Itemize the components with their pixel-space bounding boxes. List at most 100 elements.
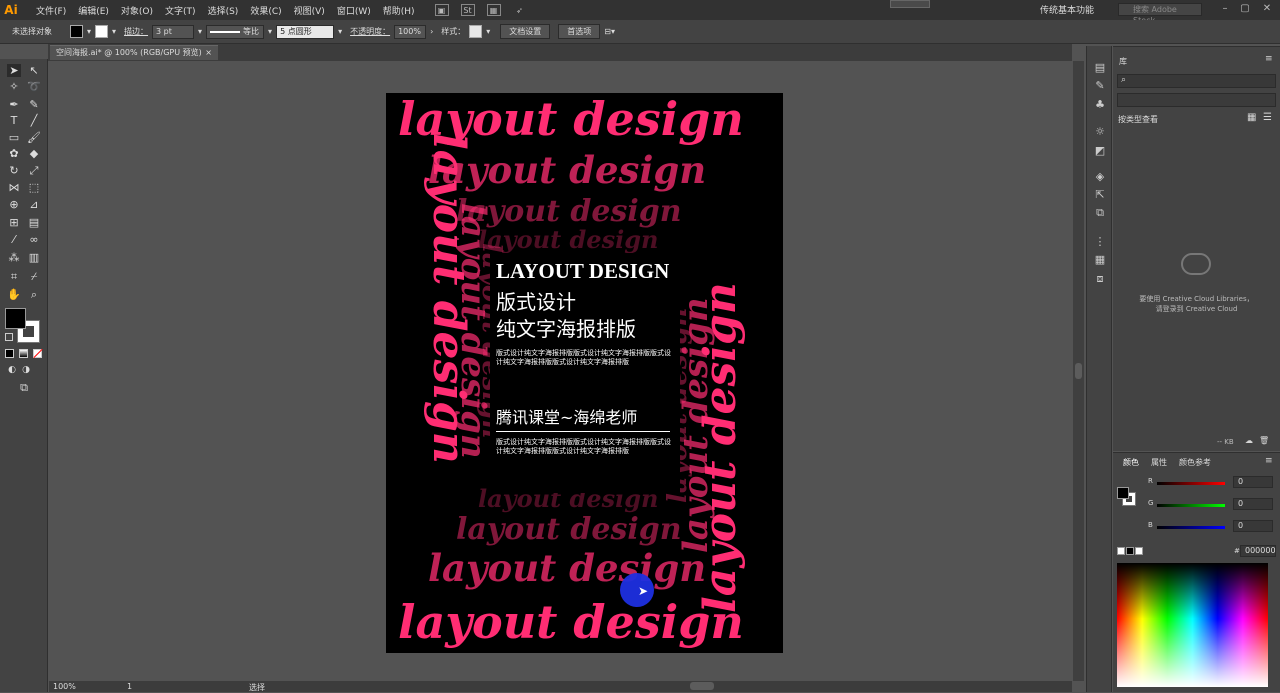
menu-select[interactable]: 选择(S)	[202, 4, 245, 17]
stroke-label[interactable]: 描边：	[120, 26, 152, 37]
free-transform-tool-icon[interactable]: ⬚	[27, 181, 41, 194]
align-icon[interactable]: ⋮	[1093, 235, 1107, 248]
selection-tool-icon[interactable]: ➤	[7, 64, 21, 77]
chevron-down-icon[interactable]: ▾	[108, 27, 120, 36]
none-mode-icon[interactable]	[33, 348, 43, 359]
opacity-label[interactable]: 不透明度：	[346, 26, 394, 37]
draw-inside-icon[interactable]: ◑	[19, 364, 33, 377]
chevron-down-icon[interactable]: ▾	[194, 27, 206, 36]
minimize-icon[interactable]: –	[1220, 4, 1230, 14]
shaper-tool-icon[interactable]: ✿	[7, 147, 21, 160]
perspective-grid-tool-icon[interactable]: ⊿	[27, 198, 41, 211]
r-slider[interactable]	[1157, 482, 1225, 485]
rectangle-tool-icon[interactable]: ▭	[7, 131, 21, 144]
panel-menu-icon[interactable]: ≡	[1265, 54, 1273, 64]
r-value-input[interactable]: 0	[1233, 476, 1273, 488]
artboard-number[interactable]: 1	[127, 682, 132, 691]
white-swatch[interactable]	[1135, 547, 1143, 555]
shape-builder-tool-icon[interactable]: ⊕	[7, 198, 21, 211]
menu-object[interactable]: 对象(O)	[115, 4, 159, 17]
delete-icon[interactable]: 🗑	[1259, 436, 1269, 445]
library-search-input[interactable]	[1117, 93, 1276, 107]
stroke-weight-input[interactable]: 3 pt	[152, 24, 195, 39]
color-mode-icon[interactable]	[5, 349, 14, 358]
menu-edit[interactable]: 编辑(E)	[72, 4, 115, 17]
stock-icon[interactable]: St	[460, 4, 475, 16]
panel-menu-icon[interactable]: ≡	[1265, 456, 1273, 466]
gradient-mode-icon[interactable]	[19, 349, 28, 358]
screen-mode-icon[interactable]: ⧉	[17, 381, 31, 394]
mesh-tool-icon[interactable]: ⊞	[7, 216, 21, 229]
menu-file[interactable]: 文件(F)	[30, 4, 72, 17]
g-value-input[interactable]: 0	[1233, 498, 1273, 510]
tab-color-guide[interactable]: 颜色参考	[1179, 457, 1211, 468]
chevron-right-icon[interactable]: ›	[426, 27, 437, 36]
view-by-type-label[interactable]: 按类型查看	[1118, 114, 1158, 125]
chevron-down-icon[interactable]: ▾	[334, 27, 346, 36]
blend-tool-icon[interactable]: ∞	[27, 233, 41, 246]
graphic-styles-icon[interactable]: ◩	[1093, 144, 1107, 157]
chevron-down-icon[interactable]: ▾	[482, 27, 494, 36]
maximize-icon[interactable]: ▢	[1240, 4, 1250, 14]
default-colors-icon[interactable]	[5, 333, 13, 341]
horizontal-scroll-thumb[interactable]	[690, 682, 714, 690]
b-slider[interactable]	[1157, 526, 1225, 529]
draw-mode-icon[interactable]: ◐	[5, 364, 19, 377]
document-setup-button[interactable]: 文档设置	[500, 24, 551, 39]
list-view-icon[interactable]: ☰	[1263, 112, 1272, 123]
gradient-tool-icon[interactable]: ▤	[27, 216, 41, 229]
scale-tool-icon[interactable]: ⤢	[27, 164, 41, 177]
lasso-tool-icon[interactable]: ➰	[27, 80, 41, 93]
menu-view[interactable]: 视图(V)	[288, 4, 331, 17]
hand-tool-icon[interactable]: ✋	[7, 288, 21, 301]
libraries-tab[interactable]: 库	[1119, 56, 1127, 67]
symbols-icon[interactable]: ♣	[1093, 98, 1107, 111]
eraser-tool-icon[interactable]: ◆	[27, 147, 41, 160]
minimize-window-shortcut[interactable]	[890, 0, 930, 8]
arrange-documents-icon[interactable]: ⊟▾	[600, 27, 619, 36]
type-tool-icon[interactable]: T	[7, 114, 21, 127]
menu-effect[interactable]: 效果(C)	[244, 4, 287, 17]
direct-selection-tool-icon[interactable]: ↖	[27, 64, 41, 77]
hex-input[interactable]: 000000	[1240, 545, 1276, 557]
tab-color[interactable]: 颜色	[1123, 457, 1139, 468]
vertical-scrollbar[interactable]	[1073, 61, 1084, 681]
close-tab-icon[interactable]: ×	[205, 46, 212, 60]
zoom-tool-icon[interactable]: ⌕	[27, 288, 41, 301]
bridge-icon[interactable]: ▣	[434, 4, 449, 16]
close-window-icon[interactable]: ✕	[1262, 4, 1272, 14]
column-graph-tool-icon[interactable]: ▥	[27, 251, 41, 264]
menu-help[interactable]: 帮助(H)	[377, 4, 421, 17]
arrange-icon[interactable]: ▦	[486, 4, 501, 16]
fill-color-box[interactable]	[5, 308, 26, 329]
grid-view-icon[interactable]: ▦	[1247, 112, 1256, 123]
fill-swatch[interactable]	[70, 25, 83, 38]
export-icon[interactable]: ⇱	[1093, 188, 1107, 201]
artboard-poster[interactable]: layout design layout design layout desig…	[386, 93, 783, 653]
libraries-icon[interactable]: ▤	[1093, 61, 1107, 74]
g-slider[interactable]	[1157, 504, 1225, 507]
eyedropper-tool-icon[interactable]: ⁄	[7, 233, 21, 246]
rotate-tool-icon[interactable]: ↻	[7, 164, 21, 177]
library-select[interactable]: ⌕	[1117, 74, 1276, 88]
vertical-scroll-thumb[interactable]	[1075, 363, 1082, 379]
artboard-tool-icon[interactable]: ⌗	[7, 270, 21, 283]
gpu-rocket-icon[interactable]: ➶	[513, 4, 527, 16]
slice-tool-icon[interactable]: ⌿	[27, 270, 41, 283]
brush-select[interactable]: 5 点圆形	[276, 24, 335, 39]
chevron-down-icon[interactable]: ▾	[264, 27, 276, 36]
paintbrush-tool-icon[interactable]: 🖌	[27, 131, 41, 144]
stroke-swatch[interactable]	[95, 25, 109, 38]
transform-icon[interactable]: ▦	[1093, 253, 1107, 266]
artboards-icon[interactable]: ⧉	[1093, 206, 1107, 219]
pen-tool-icon[interactable]: ✒	[7, 98, 21, 111]
black-swatch[interactable]	[1126, 547, 1134, 555]
graphic-style-swatch[interactable]	[469, 25, 483, 38]
magic-wand-tool-icon[interactable]: ✧	[7, 80, 21, 93]
workspace-switcher[interactable]: 传统基本功能	[1040, 3, 1094, 16]
opacity-input[interactable]: 100%	[394, 24, 427, 39]
symbol-sprayer-tool-icon[interactable]: ⁂	[7, 251, 21, 264]
width-tool-icon[interactable]: ⋈	[7, 181, 21, 194]
brushes-icon[interactable]: ✎	[1093, 79, 1107, 92]
appearance-icon[interactable]: ☼	[1093, 125, 1107, 138]
